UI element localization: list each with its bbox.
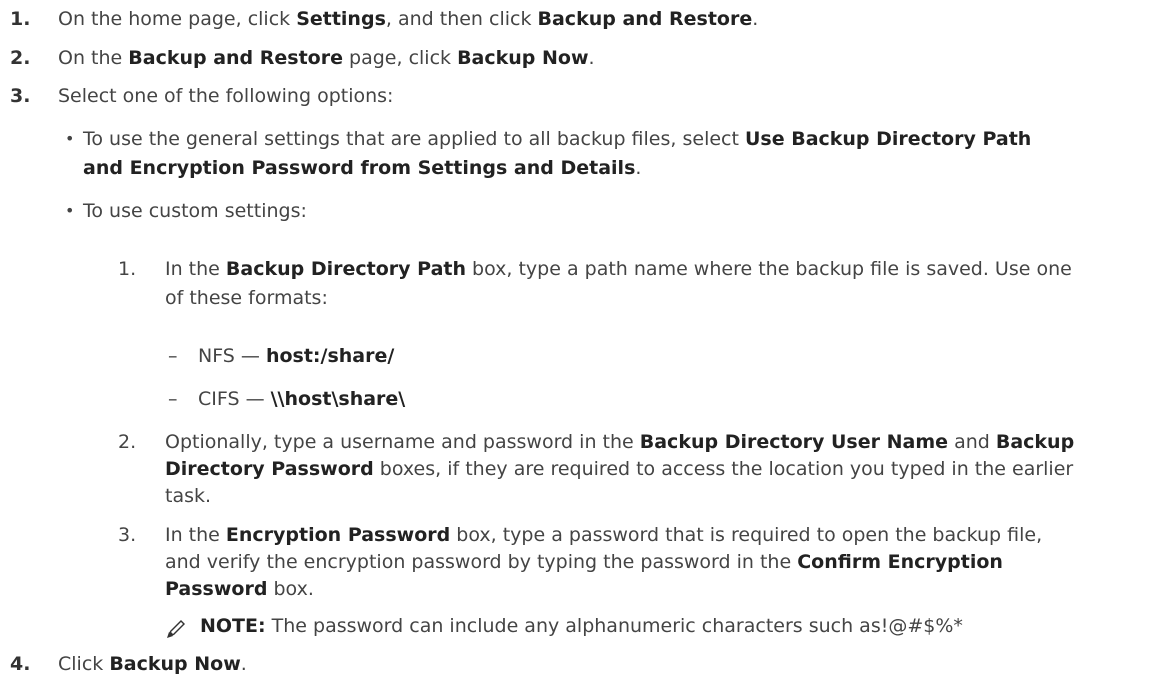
- substep-text: In the Backup Directory Path box, type a…: [165, 258, 1072, 280]
- bullet-icon: •: [65, 201, 75, 220]
- dash-icon: –: [168, 388, 178, 410]
- note-text: The password can include any alphanumeri…: [265, 615, 963, 637]
- option-text: To use custom settings:: [83, 200, 307, 222]
- step-number: 4.: [10, 653, 31, 675]
- step-text: On the home page, click Settings, and th…: [58, 8, 759, 30]
- step-text: Select one of the following options:: [58, 85, 394, 107]
- substep-number: 1.: [118, 258, 137, 280]
- substep-number: 3.: [118, 524, 137, 546]
- pencil-note-icon: [163, 616, 189, 642]
- dash-icon: –: [168, 345, 178, 367]
- substep-text: In the Encryption Password box, type a p…: [165, 524, 1043, 546]
- substep-number: 2.: [118, 431, 137, 453]
- option-text: To use the general settings that are app…: [83, 128, 1032, 150]
- step-number: 2.: [10, 47, 31, 69]
- step-text: Click Backup Now.: [58, 653, 247, 675]
- bullet-icon: •: [65, 129, 75, 148]
- document-page: 1. On the home page, click Settings, and…: [0, 0, 1170, 685]
- note-label: NOTE:: [200, 615, 266, 637]
- step-number: 3.: [10, 85, 31, 107]
- step-text: On the Backup and Restore page, click Ba…: [58, 47, 595, 69]
- step-number: 1.: [10, 8, 31, 30]
- substep-text: Optionally, type a username and password…: [165, 431, 1075, 453]
